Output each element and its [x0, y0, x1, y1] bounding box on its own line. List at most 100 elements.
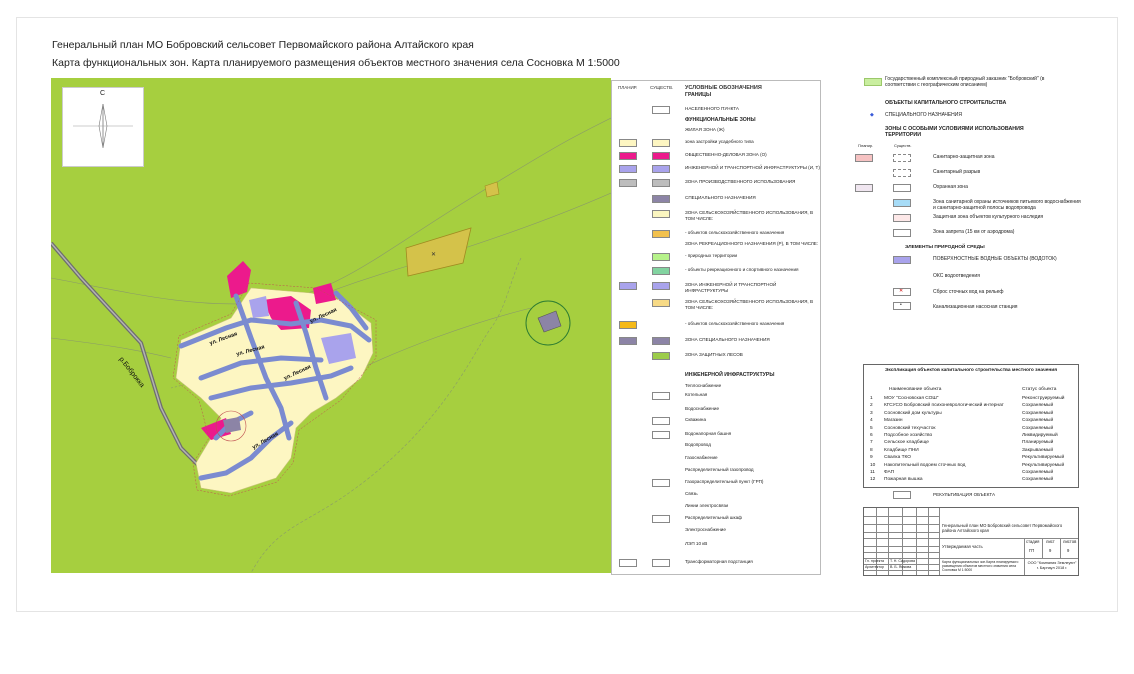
legend-row: Газоснабжение [612, 455, 820, 467]
svg-text:✕: ✕ [431, 252, 436, 258]
legend-swatch-plan [619, 559, 637, 567]
explication-cell-name: Свалка ТКО [884, 455, 912, 461]
legend-label: - объектов сельскохозяйственного назначе… [685, 321, 785, 326]
zone-swatch-exist [893, 154, 911, 162]
explication-cell-n: 2 [870, 403, 873, 409]
legend-swatch-plan [619, 139, 637, 147]
explication-cell-status: Сохраняемый [1022, 425, 1054, 431]
legend-row: Распределительный газопровод [612, 467, 820, 479]
legend-row: ЗОНА СПЕЦИАЛЬНОГО НАЗНАЧЕНИЯ [612, 337, 820, 349]
legend-panel: ПЛАНИР. СУЩЕСТВ. УСЛОВНЫЕ ОБОЗНАЧЕНИЯ ГР… [611, 80, 821, 575]
legend-row: СПЕЦИАЛЬНОГО НАЗНАЧЕНИЯ [612, 195, 820, 207]
legend-row: Котельная [612, 392, 820, 404]
explication-row: 6 Подсобное хозяйство Ликвидируемый [864, 432, 1078, 439]
legend-swatch-exist [652, 282, 670, 290]
legend-swatch-plan [619, 282, 637, 290]
legend-row: ЗОНА РЕКРЕАЦИОННОГО НАЗНАЧЕНИЯ (Р), В ТО… [612, 241, 820, 253]
zones-heading: ЗОНЫ С ОСОБЫМИ УСЛОВИЯМИ ИСПОЛЬЗОВАНИЯ Т… [885, 126, 1024, 138]
nature-item: ОКС водоотведения [933, 273, 980, 279]
explication-col-name: Наименование объекта [889, 387, 942, 392]
zones-col-plan: Планир. [858, 143, 874, 148]
legend-label: ЗОНА ПРОИЗВОДСТВЕННОГО ИСПОЛЬЗОВАНИЯ [685, 179, 796, 184]
recult-swatch [893, 491, 911, 499]
legend-label: ЗОНА ЗАЩИТНЫХ ЛЕСОВ [685, 352, 743, 357]
explication-cell-name: Накопительный водоем сточных вод [884, 462, 966, 468]
legend-title: УСЛОВНЫЕ ОБОЗНАЧЕНИЯ [685, 85, 762, 91]
stamp-desc: Карта функциональных зон.Карта планируем… [942, 560, 1019, 572]
explication-row: 2 КГСУСО Бобровский психоневрологический … [864, 402, 1078, 409]
stamp-stage: ГП [1029, 548, 1035, 553]
explication-cell-name: КГСУСО Бобровский психоневрологический и… [884, 403, 1004, 409]
zone-swatch-exist [893, 214, 911, 222]
explication-cell-status: Рекультивируемый [1022, 455, 1065, 461]
legend-label: ЗОНА СЕЛЬСКОХОЗЯЙСТВЕННОГО ИСПОЛЬЗОВАНИЯ… [685, 210, 814, 221]
stamp-part: Утверждаемая часть [942, 544, 983, 549]
legend-row: Водопровод [612, 442, 820, 454]
capital-heading: ОБЪЕКТЫ КАПИТАЛЬНОГО СТРОИТЕЛЬСТВА [885, 100, 1007, 106]
explication-cell-name: Кладбище ПНИ [884, 447, 919, 453]
explication-cell-name: Сельское кладбище [884, 440, 929, 446]
public-zone [227, 261, 251, 298]
legend-swatch-exist [652, 299, 670, 307]
legend-label: Распределительный газопровод [685, 467, 754, 472]
legend-label: ЗОНА СЕЛЬСКОХОЗЯЙСТВЕННОГО ИСПОЛЬЗОВАНИЯ… [685, 299, 814, 310]
explication-cell-n: 9 [870, 455, 873, 461]
legend-label: Газораспределительный пункт (ГРП) [685, 479, 764, 484]
explication-cell-name: Магазин [884, 418, 903, 424]
legend-swatch-plan [619, 179, 637, 187]
pump-swatch [893, 302, 911, 310]
explication-cell-status: Сохраняемый [1022, 418, 1054, 424]
legend-swatch-plan [619, 337, 637, 345]
legend-swatch-exist [652, 417, 670, 425]
zone-swatch-exist [893, 184, 911, 192]
pump-icon: • [900, 302, 902, 308]
stamp-name2: В. Б. Ямкова [890, 565, 912, 569]
explication-row: 10 Накопительный водоем сточных вод Рекуль… [864, 462, 1078, 469]
legend-label: ГРАНИЦЫ [685, 92, 712, 98]
explication-cell-status: Сохраняемый [1022, 470, 1054, 475]
zone-label: Зона запрета (15 км от аэродрома) [933, 229, 1015, 235]
legend-label: Линии электросвязи [685, 503, 729, 508]
legend-label: Котельная [685, 392, 708, 397]
explication-cell-n: 7 [870, 440, 873, 446]
recult-label: РЕКУЛЬТИВАЦИЯ ОБЪЕКТА [933, 492, 996, 497]
explication-cell-name: Подсобное хозяйство [884, 433, 933, 438]
legend-row: ЗОНА СЕЛЬСКОХОЗЯЙСТВЕННОГО ИСПОЛЬЗОВАНИЯ… [612, 210, 820, 222]
legend-label: - объекты рекреационного и спортивного н… [685, 267, 799, 272]
legend-row: ЗОНА ЗАЩИТНЫХ ЛЕСОВ [612, 352, 820, 364]
legend-row: Газораспределительный пункт (ГРП) [612, 479, 820, 491]
explication-row: 1 МОУ "Сосновская СОШ" Реконструируемый [864, 395, 1078, 402]
zone-label: Санитарный разрыв [933, 169, 981, 175]
legend-label: ОБЩЕСТВЕННО-ДЕЛОВАЯ ЗОНА (О) [685, 152, 767, 157]
explication-row: 11 ФАП Сохраняемый [864, 469, 1078, 476]
explication-row: 4 Магазин Сохраняемый [864, 417, 1078, 424]
legend-row: Связь [612, 491, 820, 503]
explication-row: 3 Сосновский дом культуры Сохраняемый [864, 410, 1078, 417]
legend-swatch-exist [652, 253, 670, 261]
legend-label: ЛЭП 10 кВ [685, 541, 708, 546]
nature-item: Сброс сточных вод на рельеф [933, 289, 1004, 295]
explication-cell-status: Реконструируемый [1022, 396, 1065, 401]
legend-label: СПЕЦИАЛЬНОГО НАЗНАЧЕНИЯ [685, 195, 756, 200]
explication-row: 12 Пожарная вышка Сохраняемый [864, 476, 1078, 483]
nature-heading: ЭЛЕМЕНТЫ ПРИРОДНОЙ СРЕДЫ [905, 245, 985, 250]
legend-row: ОБЩЕСТВЕННО-ДЕЛОВАЯ ЗОНА (О) [612, 152, 820, 164]
legend-row: ЗОНА ИНЖЕНЕРНОЙ И ТРАНСПОРТНОЙ ИНФРАСТРУ… [612, 282, 820, 294]
legend-label: ИНЖЕНЕРНОЙ И ТРАНСПОРТНОЙ ИНФРАСТРУКТУРЫ… [685, 165, 820, 170]
legend-swatch-exist [652, 392, 670, 400]
map-canvas[interactable]: ✕ С р.Боброкка ул. Лесная ул. Лесная ул.… [51, 78, 611, 573]
explication-cell-n: 11 [870, 470, 875, 475]
zone-swatch-plan [855, 154, 873, 162]
explication-cell-n: 5 [870, 425, 873, 431]
legend-row: - объекты рекреационного и спортивного н… [612, 267, 820, 279]
discharge-icon: ✕ [899, 288, 904, 294]
legend-label: зона застройки усадебного типа [685, 139, 754, 144]
legend-label: Водонапорная башня [685, 431, 732, 436]
stamp-name1: Т. Н. Сидорова [890, 559, 915, 563]
legend-swatch-exist [652, 559, 670, 567]
legend-label: Трансформаторная подстанция [685, 559, 753, 564]
legend-label: ЖИЛАЯ ЗОНА (Ж) [685, 127, 725, 132]
explication-cell-name: ФАП [884, 470, 895, 475]
legend-swatch-exist [652, 106, 670, 114]
river-road [51, 241, 203, 470]
